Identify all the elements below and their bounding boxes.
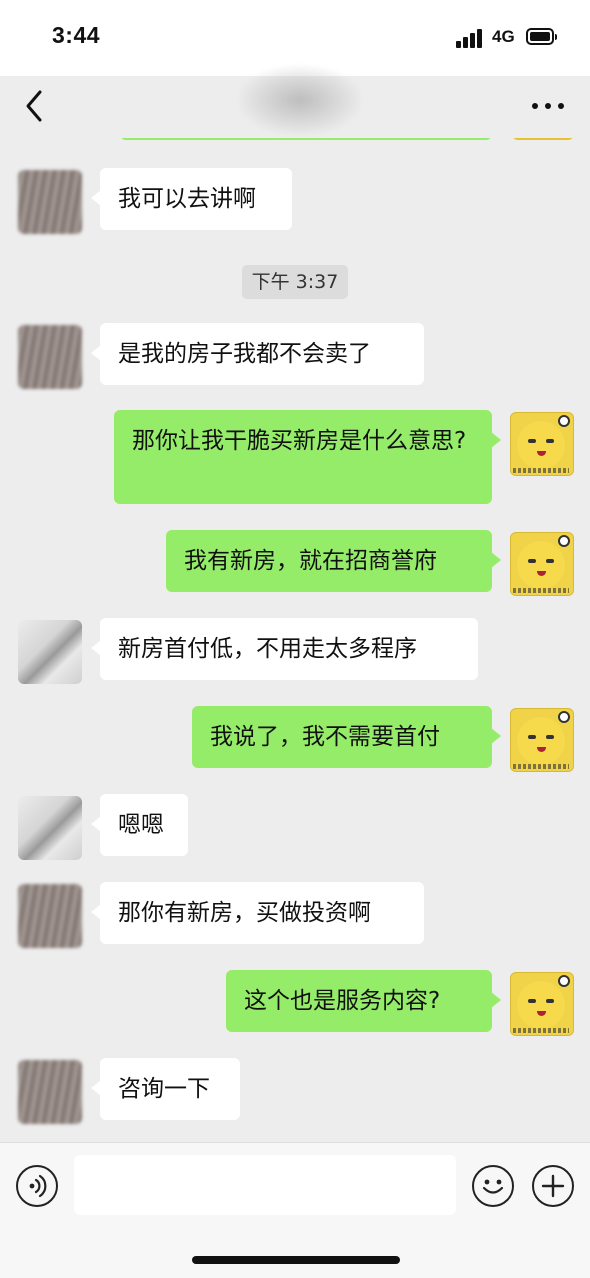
home-indicator[interactable] [192,1256,400,1264]
duck-icon [517,717,565,765]
signal-icon [456,28,486,48]
avatar-redacted[interactable] [18,884,82,948]
message-bubble-received[interactable]: 咨询一下 [91,1058,240,1120]
plus-icon [541,1174,565,1198]
contact-name-redacted [240,66,360,134]
voice-icon [29,1174,47,1198]
message-bubble-received[interactable]: 是我的房子我都不会卖了 [91,323,424,385]
avatar-photo[interactable] [18,796,82,860]
chat-messages[interactable]: 我可以去讲啊 下午 3:37 是我的房子我都不会卖了 那你让我干脆买新房是什么意… [0,138,590,1142]
message-bubble-sent[interactable]: 我说了，我不需要首付 [192,706,501,768]
more-dots-icon [532,103,538,109]
emoji-icon [482,1179,504,1194]
avatar-redacted[interactable] [18,1060,82,1124]
duck-icon [517,981,565,1029]
message-bubble-received[interactable]: 新房首付低，不用走太多程序 [91,618,478,680]
plus-button[interactable] [532,1165,574,1207]
avatar-duck[interactable] [510,972,574,1036]
status-bar: 3:44 4G [0,0,590,76]
message-bubble-sent[interactable]: 我有新房，就在招商誉府 [166,530,501,592]
voice-button[interactable] [16,1165,58,1207]
message-bubble-received[interactable]: 那你有新房，买做投资啊 [91,882,424,944]
avatar-duck[interactable] [510,708,574,772]
more-button[interactable] [528,96,568,116]
battery-icon [526,28,557,45]
status-time: 3:44 [52,22,101,48]
duck-icon [517,421,565,469]
partial-sent-bubble [120,138,492,140]
avatar-redacted[interactable] [18,325,82,389]
timestamp: 下午 3:37 [242,265,348,299]
emoji-button[interactable] [472,1165,514,1207]
chat-header [0,66,590,138]
message-bubble-received[interactable]: 我可以去讲啊 [91,168,292,230]
message-input[interactable] [74,1155,456,1215]
duck-icon [517,541,565,589]
message-bubble-received[interactable]: 嗯嗯 [91,794,188,856]
avatar-duck[interactable] [510,412,574,476]
avatar-duck[interactable] [510,532,574,596]
avatar-redacted[interactable] [18,170,82,234]
avatar-photo[interactable] [18,620,82,684]
partial-avatar [512,138,574,140]
chevron-left-icon [26,90,42,122]
message-bubble-sent[interactable]: 这个也是服务内容? [226,970,501,1032]
back-button[interactable] [18,86,54,126]
network-label: 4G [492,27,515,46]
message-bubble-sent[interactable]: 那你让我干脆买新房是什么意思? [114,410,501,504]
